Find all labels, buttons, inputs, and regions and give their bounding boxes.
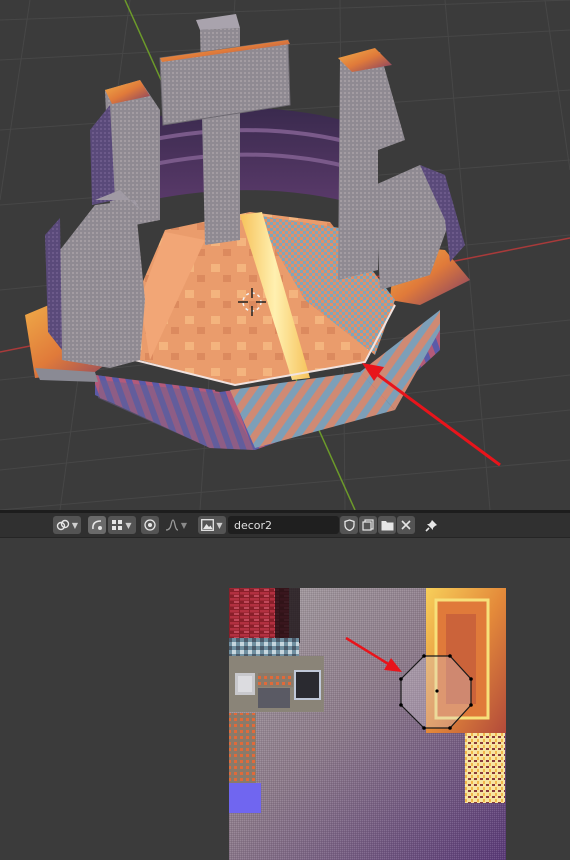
uv-center-dot <box>435 689 439 693</box>
fake-user-shield-icon <box>343 519 355 531</box>
link-icon <box>56 519 70 531</box>
image-browse-icon <box>201 519 215 531</box>
viewport-canvas[interactable] <box>0 0 570 510</box>
texture-tile-strip <box>229 638 299 656</box>
open-folder-icon <box>381 520 394 531</box>
texture-yellow-details <box>465 733 505 803</box>
sticky-selection-button[interactable] <box>88 516 106 534</box>
snap-dropdown[interactable]: ▼ <box>108 516 136 534</box>
chevron-down-icon: ▼ <box>216 520 223 530</box>
new-image-icon <box>362 519 374 531</box>
proportional-edit-icon <box>144 519 156 531</box>
falloff-curve-icon <box>165 519 179 531</box>
open-image-button[interactable] <box>378 516 396 534</box>
chevron-down-icon: ▼ <box>180 520 188 530</box>
fake-user-button[interactable] <box>340 516 358 534</box>
chevron-down-icon: ▼ <box>125 520 132 530</box>
pin-button[interactable] <box>422 516 440 534</box>
uv-canvas[interactable] <box>0 538 570 860</box>
image-browse-dropdown[interactable]: ▼ <box>198 516 226 534</box>
texture-image <box>229 588 506 860</box>
3d-viewport[interactable] <box>0 0 570 510</box>
sticky-select-icon <box>91 519 103 531</box>
pin-icon <box>424 519 438 532</box>
image-name-field[interactable]: decor2 <box>228 516 339 534</box>
snap-grid-icon <box>112 519 123 531</box>
new-image-button[interactable] <box>359 516 377 534</box>
falloff-dropdown[interactable]: ▼ <box>162 516 190 534</box>
unlink-image-button[interactable] <box>397 516 415 534</box>
uv-editor-area[interactable] <box>0 538 570 860</box>
uv-editor-header: ▼ ▼ ▼ ▼ decor2 <box>0 513 570 538</box>
link-dropdown[interactable]: ▼ <box>53 516 81 534</box>
proportional-edit-button[interactable] <box>141 516 159 534</box>
texture-orange-column <box>229 713 256 783</box>
unlink-close-icon <box>401 520 411 530</box>
chevron-down-icon: ▼ <box>71 520 79 530</box>
texture-blue-block <box>229 783 261 813</box>
